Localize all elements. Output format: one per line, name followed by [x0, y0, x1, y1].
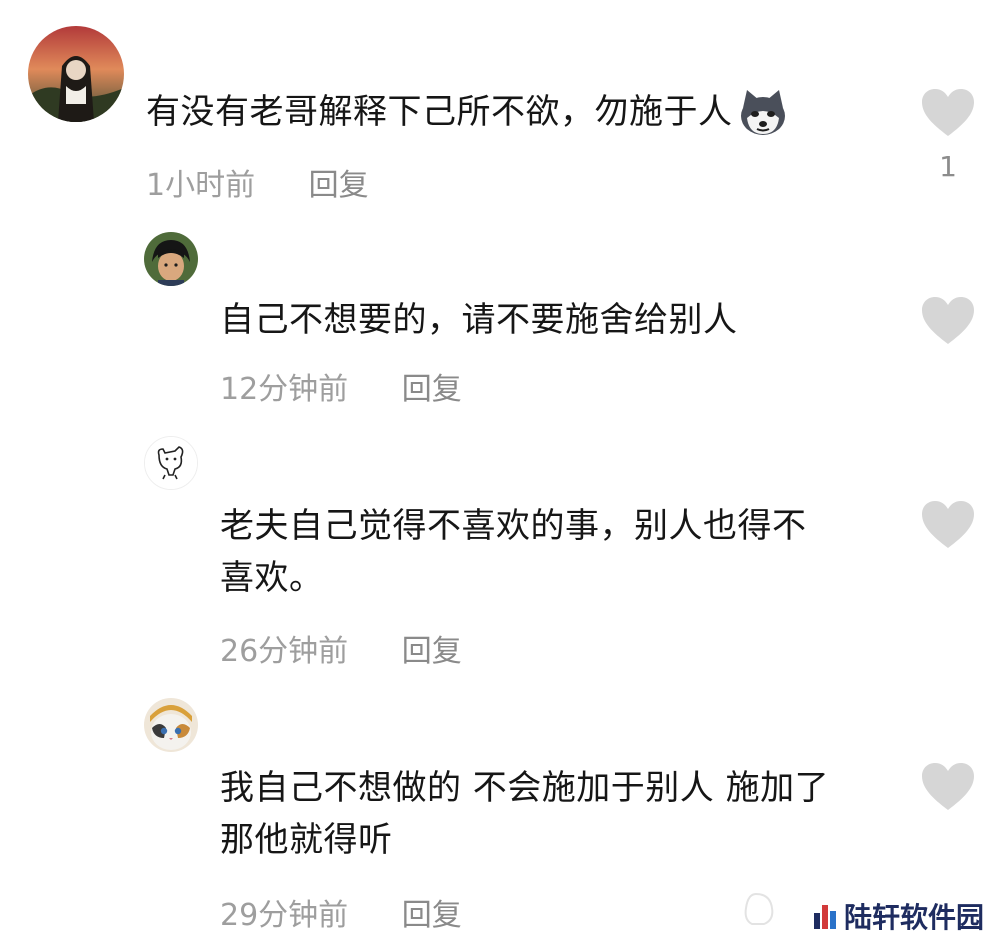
reply-text: 老夫自己觉得不喜欢的事，别人也得不 喜欢。 — [220, 500, 807, 604]
reply-avatar[interactable] — [144, 436, 198, 490]
reply-meta: 29分钟前 回复 — [220, 890, 462, 934]
reply-text-line: 喜欢。 — [220, 558, 324, 598]
like-button[interactable] — [920, 762, 976, 812]
reply-time: 29分钟前 — [220, 898, 349, 933]
reply-avatar[interactable] — [144, 698, 198, 752]
reply-text-line: 那他就得听 — [220, 820, 393, 860]
like-button[interactable] — [920, 88, 976, 138]
reply-button[interactable]: 回复 — [402, 898, 462, 933]
reply-button[interactable]: 回复 — [309, 168, 369, 203]
heart-icon — [922, 501, 974, 548]
reply-text-line: 我自己不想做的 不会施加于别人 施加了 — [220, 768, 830, 808]
comment-text: 有没有老哥解释下己所不欲，勿施于人 — [146, 86, 789, 138]
reply-text: 自己不想要的，请不要施舍给别人 — [220, 300, 738, 340]
user-avatar[interactable] — [28, 26, 124, 122]
reply-time: 26分钟前 — [220, 634, 349, 669]
reply-time: 12分钟前 — [220, 372, 349, 407]
reply-text: 我自己不想做的 不会施加于别人 施加了 那他就得听 — [220, 762, 829, 866]
reply-button[interactable]: 回复 — [402, 372, 462, 407]
comment-time: 1小时前 — [146, 168, 256, 203]
watermark-fade — [730, 888, 800, 932]
reply-button[interactable]: 回复 — [402, 634, 462, 669]
comment-body: 有没有老哥解释下己所不欲，勿施于人 — [146, 92, 733, 132]
reply-avatar[interactable] — [144, 232, 198, 286]
heart-icon — [922, 297, 974, 344]
like-button[interactable] — [920, 296, 976, 346]
reply-meta: 12分钟前 回复 — [220, 364, 462, 408]
like-count: 1 — [939, 150, 957, 183]
reply-text-line: 老夫自己觉得不喜欢的事，别人也得不 — [220, 506, 807, 546]
husky-emoji-icon — [737, 86, 789, 138]
comment-meta: 1小时前 回复 — [146, 160, 369, 204]
watermark: 陆轩软件园 — [812, 896, 984, 936]
watermark-text: 陆轩软件园 — [844, 901, 985, 934]
heart-icon — [922, 763, 974, 810]
reply-meta: 26分钟前 回复 — [220, 626, 462, 670]
watermark-logo-icon — [812, 901, 838, 931]
like-button[interactable] — [920, 500, 976, 550]
heart-icon — [922, 89, 974, 136]
